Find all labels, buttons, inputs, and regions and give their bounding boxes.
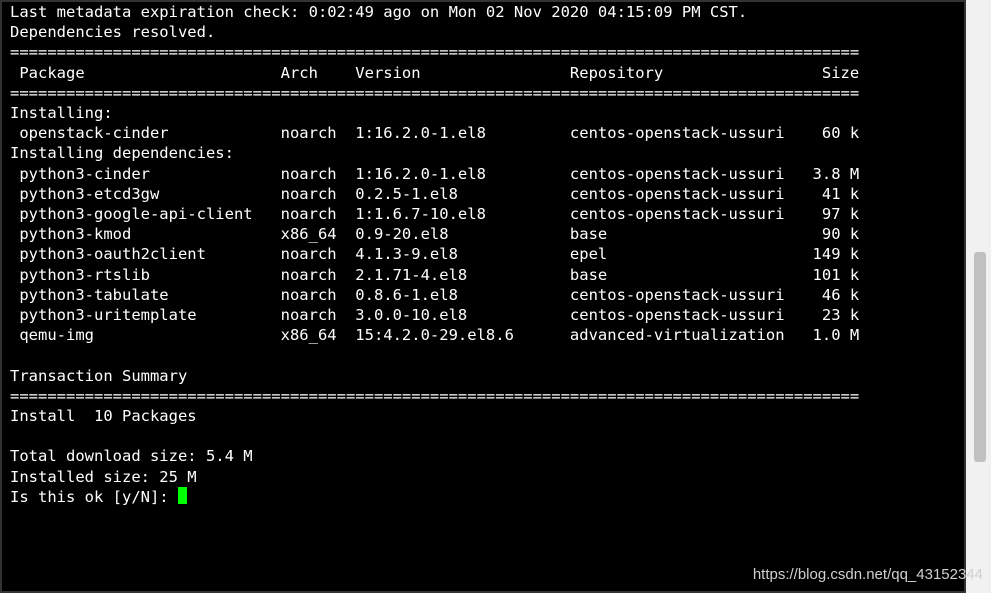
rule-under-summary: ========================================…	[10, 386, 956, 406]
package-row: python3-google-api-client noarch 1:1.6.7…	[10, 204, 956, 224]
terminal-output: Last metadata expiration check: 0:02:49 …	[0, 0, 966, 593]
download-size: Total download size: 5.4 M	[10, 446, 956, 466]
packages-deps: python3-cinder noarch 1:16.2.0-1.el8 cen…	[10, 164, 956, 346]
blank-line-2	[10, 426, 956, 446]
package-row: python3-kmod x86_64 0.9-20.el8 base 90 k	[10, 224, 956, 244]
metadata-line: Last metadata expiration check: 0:02:49 …	[10, 2, 956, 22]
package-row: openstack-cinder noarch 1:16.2.0-1.el8 c…	[10, 123, 956, 143]
scrollbar-thumb[interactable]	[974, 252, 986, 462]
column-headers: Package Arch Version Repository Size	[10, 63, 956, 83]
section-installing-deps: Installing dependencies:	[10, 143, 956, 163]
prompt-text: Is this ok [y/N]:	[10, 488, 178, 506]
package-row: python3-rtslib noarch 2.1.71-4.el8 base …	[10, 265, 956, 285]
blank-line-1	[10, 345, 956, 365]
install-count: Install 10 Packages	[10, 406, 956, 426]
cursor-icon	[178, 487, 187, 504]
package-row: python3-etcd3gw noarch 0.2.5-1.el8 cento…	[10, 184, 956, 204]
scrollbar-track[interactable]	[970, 0, 982, 593]
package-row: python3-uritemplate noarch 3.0.0-10.el8 …	[10, 305, 956, 325]
package-row: python3-oauth2client noarch 4.1.3-9.el8 …	[10, 244, 956, 264]
installed-size: Installed size: 25 M	[10, 467, 956, 487]
package-row: qemu-img x86_64 15:4.2.0-29.el8.6 advanc…	[10, 325, 956, 345]
rule-top: ========================================…	[10, 42, 956, 62]
confirm-prompt[interactable]: Is this ok [y/N]:	[10, 487, 956, 507]
section-installing: Installing:	[10, 103, 956, 123]
package-row: python3-cinder noarch 1:16.2.0-1.el8 cen…	[10, 164, 956, 184]
txn-summary: Transaction Summary	[10, 366, 956, 386]
rule-under-header: ========================================…	[10, 83, 956, 103]
package-row: python3-tabulate noarch 0.8.6-1.el8 cent…	[10, 285, 956, 305]
scrollbar-gutter	[966, 0, 991, 593]
deps-resolved-line: Dependencies resolved.	[10, 22, 956, 42]
packages-installing: openstack-cinder noarch 1:16.2.0-1.el8 c…	[10, 123, 956, 143]
